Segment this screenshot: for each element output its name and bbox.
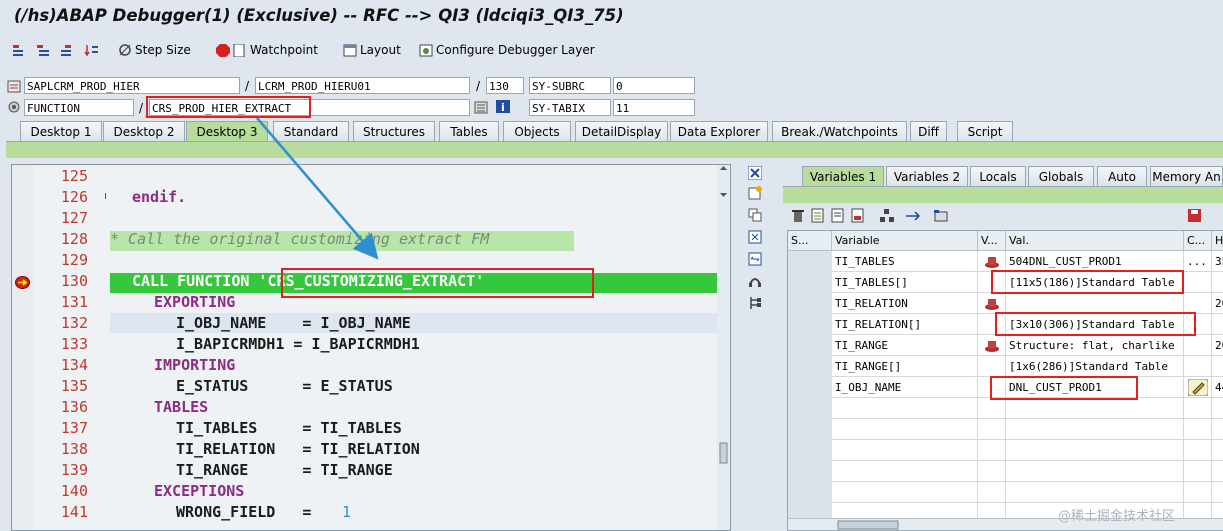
watermark: @稀土掘金技术社区 xyxy=(1058,509,1176,524)
annotation-arrow xyxy=(256,117,379,260)
